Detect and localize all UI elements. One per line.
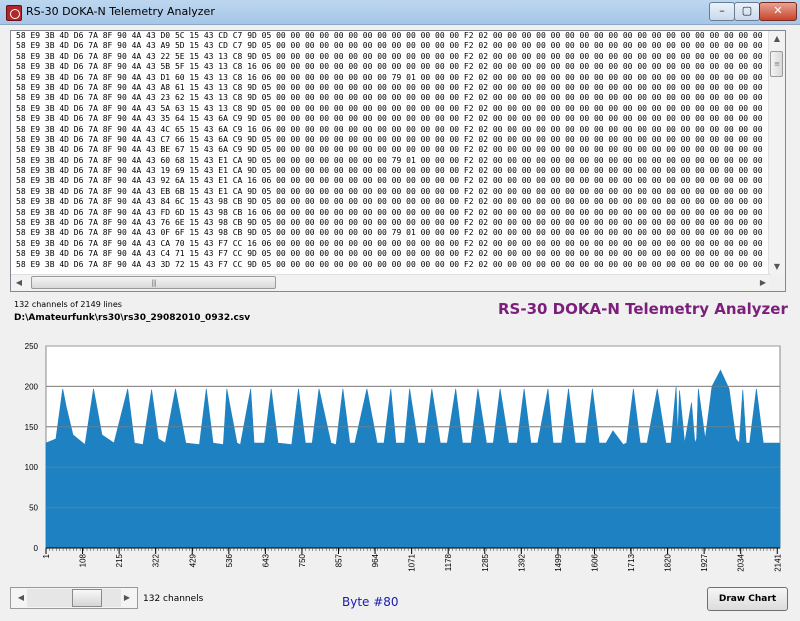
hex-line: 58 E9 3B 4D D6 7A 8F 90 4A 43 D0 5C 15 4… <box>16 31 763 40</box>
slider-right-icon[interactable]: ▶ <box>119 590 135 606</box>
close-button[interactable]: ✕ <box>759 2 797 21</box>
x-tick-label: 215 <box>115 553 124 567</box>
x-tick-label: 643 <box>261 553 270 567</box>
channels-label: 132 channels <box>143 594 204 604</box>
hex-line: 58 E9 3B 4D D6 7A 8F 90 4A 43 D1 60 15 4… <box>16 72 763 82</box>
x-tick-label: 1285 <box>481 553 490 571</box>
hex-line: 58 E9 3B 4D D6 7A 8F 90 4A 43 84 6C 15 4… <box>16 197 763 207</box>
app-icon <box>6 5 22 21</box>
x-tick-label: 322 <box>152 553 161 567</box>
slider-thumb[interactable] <box>72 589 102 607</box>
y-tick-label: 150 <box>25 423 39 432</box>
window-title: RS-30 DOKA-N Telemetry Analyzer <box>26 5 215 18</box>
channel-slider[interactable]: ◀ ▶ <box>10 587 138 609</box>
hex-line: 58 E9 3B 4D D6 7A 8F 90 4A 43 BE 67 15 4… <box>16 145 763 155</box>
x-tick-label: 857 <box>335 553 344 567</box>
hex-line: 58 E9 3B 4D D6 7A 8F 90 4A 43 FD 6D 15 4… <box>16 207 763 217</box>
byte-label: Byte #80 <box>342 595 399 609</box>
hex-line: 58 E9 3B 4D D6 7A 8F 90 4A 43 C7 66 15 4… <box>16 134 763 144</box>
y-tick-label: 200 <box>25 382 39 391</box>
x-tick-label: 108 <box>79 553 88 567</box>
scroll-left-icon[interactable]: ◀ <box>11 275 27 291</box>
x-tick-label: 750 <box>298 553 307 567</box>
telemetry-chart: 0 50 100 150 200 250 1 108 215 322 429 536 643 750 857… <box>25 342 783 572</box>
x-tick-label: 1071 <box>408 553 417 571</box>
app-heading: RS-30 DOKA-N Telemetry Analyzer <box>498 300 788 318</box>
slider-track[interactable] <box>27 589 121 607</box>
maximize-button[interactable]: ▢ <box>734 2 760 21</box>
x-tick-label: 1499 <box>554 553 563 571</box>
hex-line: 58 E9 3B 4D D6 7A 8F 90 4A 43 EB 6B 15 4… <box>16 186 763 196</box>
y-tick-label: 0 <box>34 544 39 553</box>
x-tick-label: 1606 <box>590 553 599 571</box>
y-tick-label: 50 <box>29 504 38 513</box>
x-tick-label: 1178 <box>444 553 453 571</box>
hex-line: 58 E9 3B 4D D6 7A 8F 90 4A 43 A9 5D 15 4… <box>16 41 763 51</box>
x-tick-label: 964 <box>371 553 380 567</box>
hex-line: 58 E9 3B 4D D6 7A 8F 90 4A 43 C4 71 15 4… <box>16 249 763 259</box>
vertical-scroll-thumb[interactable]: ≡ <box>770 51 783 77</box>
hex-line: 58 E9 3B 4D D6 7A 8F 90 4A 43 3D 72 15 4… <box>16 259 763 269</box>
x-tick-label: 2034 <box>737 553 746 571</box>
hex-line: 58 E9 3B 4D D6 7A 8F 90 4A 43 23 62 15 4… <box>16 93 763 103</box>
scroll-up-icon[interactable]: ▲ <box>769 31 785 47</box>
x-tick-label: 536 <box>225 553 234 567</box>
hex-line: 58 E9 3B 4D D6 7A 8F 90 4A 43 76 6E 15 4… <box>16 218 763 228</box>
minimize-button[interactable]: – <box>709 2 735 21</box>
x-tick-label: 1713 <box>627 553 636 571</box>
y-tick-label: 250 <box>25 342 39 351</box>
title-bar: RS-30 DOKA-N Telemetry Analyzer – ▢ ✕ <box>0 0 800 25</box>
x-tick-label: 1927 <box>700 553 709 571</box>
hex-line: 58 E9 3B 4D D6 7A 8F 90 4A 43 0F 6F 15 4… <box>16 228 763 238</box>
hex-line: 58 E9 3B 4D D6 7A 8F 90 4A 43 35 64 15 4… <box>16 114 763 124</box>
line-count-label: 132 channels of 2149 lines <box>14 300 122 309</box>
horizontal-scroll-thumb[interactable]: ||| <box>31 276 276 289</box>
hex-line: 58 E9 3B 4D D6 7A 8F 90 4A 43 5B 5F 15 4… <box>16 62 763 72</box>
hex-line: 58 E9 3B 4D D6 7A 8F 90 4A 43 CA 70 15 4… <box>16 238 763 248</box>
horizontal-scrollbar[interactable]: ◀ ||| ▶ <box>11 274 771 291</box>
hex-line: 58 E9 3B 4D D6 7A 8F 90 4A 43 4C 65 15 4… <box>16 124 763 134</box>
x-tick-label: 1392 <box>517 553 526 571</box>
hex-line: 58 E9 3B 4D D6 7A 8F 90 4A 43 22 5E 15 4… <box>16 51 763 61</box>
vertical-scrollbar[interactable]: ▲ ≡ ▼ <box>768 31 785 275</box>
scroll-corner <box>769 275 785 291</box>
y-tick-label: 100 <box>25 463 39 472</box>
x-tick-label: 429 <box>188 553 197 567</box>
hex-line: 58 E9 3B 4D D6 7A 8F 90 4A 43 92 6A 15 4… <box>16 176 763 186</box>
scroll-down-icon[interactable]: ▼ <box>769 259 785 275</box>
draw-chart-button[interactable]: Draw Chart <box>707 587 788 611</box>
hex-line: 58 E9 3B 4D D6 7A 8F 90 4A 43 A8 61 15 4… <box>16 82 763 92</box>
hex-line: 58 E9 3B 4D D6 7A 8F 90 4A 43 60 68 15 4… <box>16 155 763 165</box>
x-tick-label: 2141 <box>773 553 782 571</box>
file-path-label: D:\Amateurfunk\rs30\rs30_29082010_0932.c… <box>14 313 251 323</box>
hex-dump-textbox[interactable]: 58 E9 3B 4D D6 7A 8F 90 4A 43 D0 5C 15 4… <box>10 30 786 292</box>
hex-line: 58 E9 3B 4D D6 7A 8F 90 4A 43 5A 63 15 4… <box>16 103 763 113</box>
hex-dump-lines: 58 E9 3B 4D D6 7A 8F 90 4A 43 D0 5C 15 4… <box>11 31 771 275</box>
hex-line: 58 E9 3B 4D D6 7A 8F 90 4A 43 19 69 15 4… <box>16 166 763 176</box>
x-tick-label: 1820 <box>664 553 673 571</box>
x-tick-label: 1 <box>42 553 51 558</box>
